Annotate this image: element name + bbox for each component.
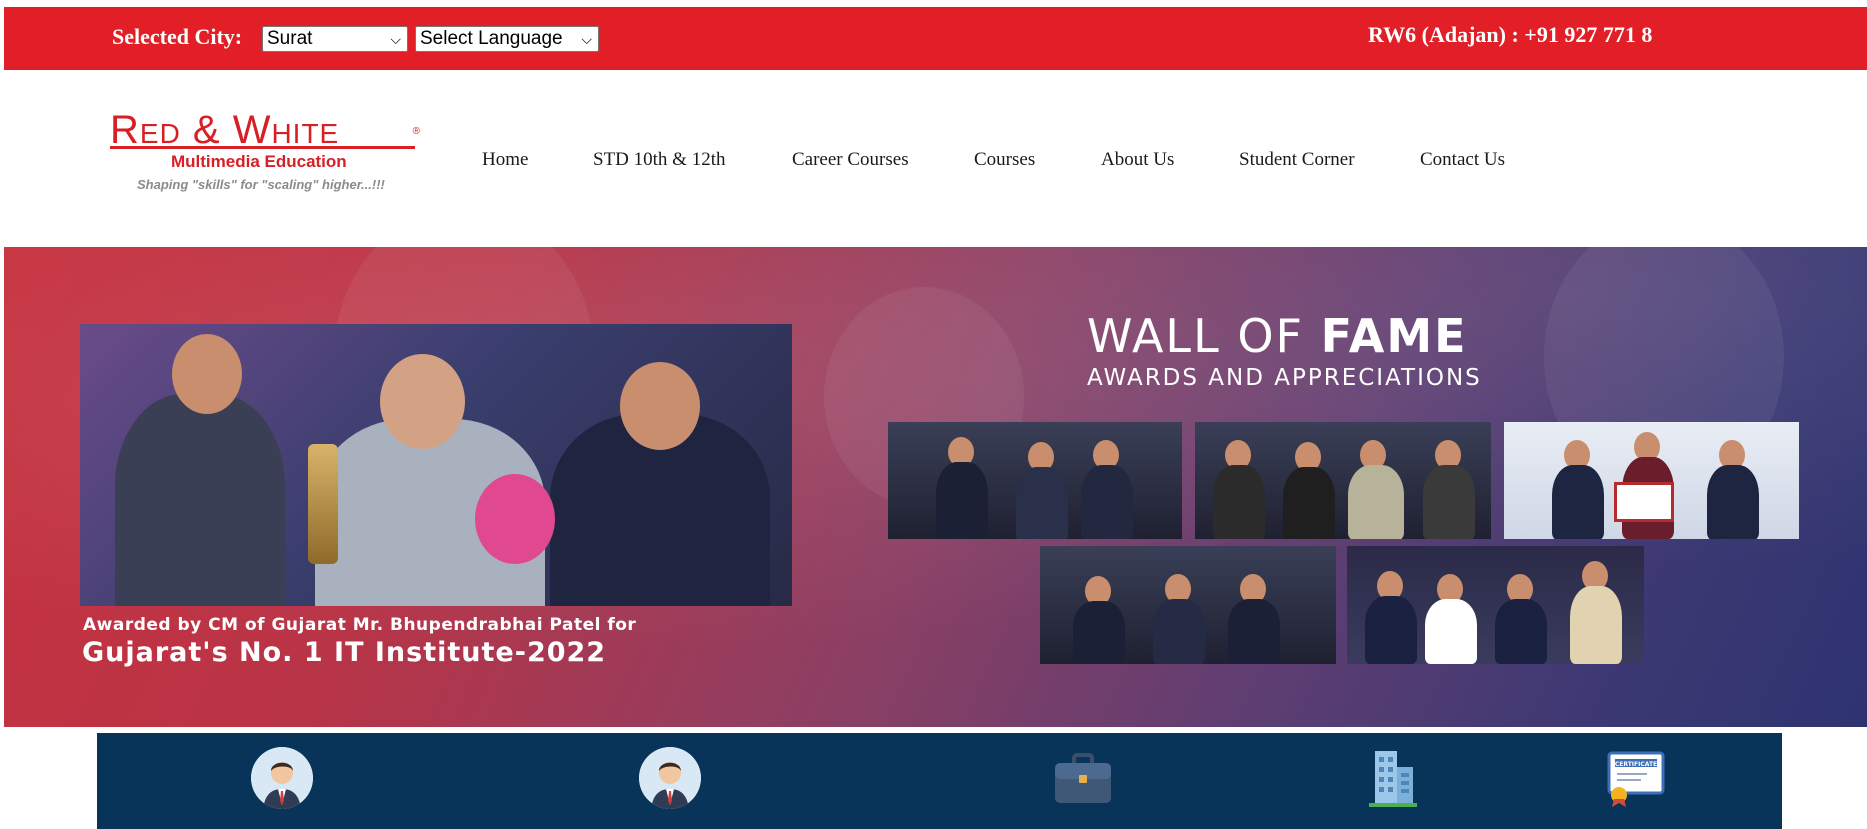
- person-figure: [1552, 465, 1604, 539]
- award-thumbnail[interactable]: [1040, 546, 1336, 664]
- nav-home[interactable]: Home: [482, 149, 528, 171]
- wall-of-fame-subheading: AWARDS AND APPRECIATIONS: [1087, 365, 1482, 391]
- person-figure: [1073, 601, 1125, 664]
- features-strip: CERTIFICATE: [97, 733, 1782, 829]
- person-figure: [1365, 596, 1417, 664]
- award-thumbnail[interactable]: [888, 422, 1182, 539]
- person-figure: [1348, 465, 1404, 539]
- person-figure: [1423, 465, 1475, 539]
- certificate-frame: [1614, 482, 1674, 522]
- svg-text:CERTIFICATE: CERTIFICATE: [1615, 761, 1657, 768]
- nav-student-corner[interactable]: Student Corner: [1239, 149, 1355, 171]
- person-figure: [1081, 465, 1133, 539]
- person-figure: [1495, 599, 1547, 664]
- logo-tagline: Shaping "skills" for "scaling" higher...…: [137, 177, 385, 192]
- person-figure: [1425, 599, 1477, 664]
- logo-underline: [110, 146, 415, 149]
- nav-contact-us[interactable]: Contact Us: [1420, 149, 1505, 171]
- nav-about-us[interactable]: About Us: [1101, 149, 1174, 171]
- award-thumbnail[interactable]: [1347, 546, 1644, 664]
- wall-title-bold: FAME: [1320, 309, 1468, 363]
- chevron-down-icon: ⌵: [581, 31, 592, 47]
- man-avatar-icon: [639, 747, 701, 809]
- award-thumbnail[interactable]: [1195, 422, 1491, 539]
- person-figure: [1153, 599, 1205, 664]
- award-thumbnail[interactable]: [1504, 422, 1799, 539]
- certificate-icon: CERTIFICATE: [1605, 747, 1667, 809]
- person-figure: [1283, 467, 1335, 539]
- briefcase-icon: [1052, 747, 1114, 809]
- person-figure: [1570, 586, 1622, 664]
- person-figure: [1016, 467, 1068, 539]
- selected-city-label: Selected City:: [112, 24, 243, 49]
- nav-courses[interactable]: Courses: [974, 149, 1035, 171]
- award-title: Gujarat's No. 1 IT Institute-2022: [82, 637, 607, 668]
- man-avatar-icon: [251, 747, 313, 809]
- language-select-value: Select Language: [420, 28, 563, 49]
- award-caption: Awarded by CM of Gujarat Mr. Bhupendrabh…: [83, 615, 637, 635]
- person-head: [620, 362, 700, 450]
- hero-banner[interactable]: Awarded by CM of Gujarat Mr. Bhupendrabh…: [4, 247, 1867, 727]
- nav-std-10-12[interactable]: STD 10th & 12th: [593, 149, 725, 171]
- building-icon: [1361, 747, 1423, 809]
- person-head: [172, 334, 242, 414]
- trophy-icon: [308, 444, 338, 564]
- brand-logo[interactable]: Red & White ® Multimedia Education Shapi…: [110, 110, 425, 202]
- city-select[interactable]: Surat ⌵: [262, 26, 408, 52]
- logo-title: Red & White ®: [110, 110, 425, 150]
- flower-bouquet: [475, 474, 555, 564]
- chevron-down-icon: ⌵: [390, 31, 401, 47]
- city-select-value: Surat: [267, 28, 313, 49]
- nav-career-courses[interactable]: Career Courses: [792, 149, 909, 171]
- person-figure: [1213, 465, 1265, 539]
- wall-of-fame-heading: WALL OF FAME: [1087, 309, 1468, 363]
- branch-phone[interactable]: RW6 (Adajan) : +91 927 771 8: [1368, 22, 1652, 48]
- language-select[interactable]: Select Language ⌵: [415, 26, 599, 52]
- person-figure: [115, 394, 285, 606]
- award-photo: [80, 324, 792, 606]
- person-figure: [936, 462, 988, 539]
- person-figure: [1228, 599, 1280, 664]
- wall-title-light: WALL OF: [1087, 309, 1321, 363]
- person-head: [380, 354, 465, 449]
- person-figure: [1707, 465, 1759, 539]
- logo-subtitle: Multimedia Education: [171, 152, 347, 171]
